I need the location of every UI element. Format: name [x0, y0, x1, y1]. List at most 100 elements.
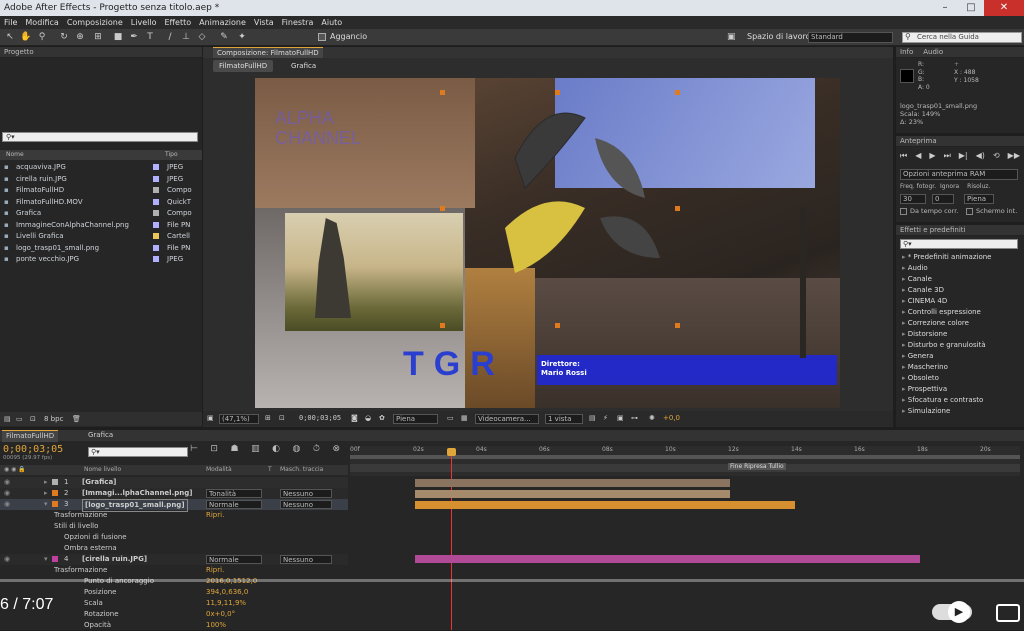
- new-comp-icon[interactable]: ⊡: [30, 412, 36, 426]
- current-time-display[interactable]: 0;00;03;05: [299, 411, 341, 426]
- blend-mode-select[interactable]: Tonalità: [206, 489, 262, 498]
- menu-view[interactable]: Vista: [250, 16, 278, 29]
- hand-tool-icon[interactable]: ✋: [20, 32, 32, 43]
- shy-icon[interactable]: ☗: [230, 444, 238, 454]
- label-color[interactable]: [153, 164, 159, 170]
- property-group[interactable]: Opzioni di fusione: [0, 532, 348, 543]
- mask-tool-icon[interactable]: ■: [112, 32, 124, 43]
- label-color[interactable]: [153, 187, 159, 193]
- col-name-header[interactable]: Nome: [6, 150, 24, 160]
- frame-blending-icon[interactable]: ▥: [251, 444, 260, 454]
- fast-preview-icon[interactable]: ⚡: [603, 411, 608, 426]
- always-preview-icon[interactable]: ▣: [207, 411, 214, 426]
- handle[interactable]: [440, 323, 445, 328]
- menu-help[interactable]: Aiuto: [317, 16, 346, 29]
- composition-tab[interactable]: Composizione: FilmatoFullHD: [213, 47, 323, 58]
- layer-name[interactable]: [Grafica]: [82, 477, 116, 488]
- col-mode[interactable]: Modalità: [206, 465, 232, 475]
- handle[interactable]: [675, 90, 680, 95]
- transform-label[interactable]: Trasformazione: [54, 511, 107, 519]
- graph-editor-icon[interactable]: ⏱: [313, 444, 320, 454]
- effect-category[interactable]: ▸ Disturbo e granulosità: [896, 340, 1024, 351]
- layer-name[interactable]: [cirella ruin.JPG]: [82, 554, 147, 565]
- grid-icon[interactable]: ⊡: [279, 411, 285, 426]
- workspace-select[interactable]: Standard: [808, 32, 893, 43]
- draft3d-icon[interactable]: ⊡: [210, 444, 218, 454]
- color-channel-icon[interactable]: ✿: [379, 411, 385, 426]
- tab-info[interactable]: Info: [900, 47, 913, 57]
- effect-category[interactable]: ▸ Canale 3D: [896, 285, 1024, 296]
- bpc-label[interactable]: 8 bpc: [44, 412, 63, 426]
- close-button[interactable]: ✕: [984, 0, 1024, 16]
- comp-marker[interactable]: Fine Ripresa Tullio: [728, 463, 786, 470]
- transform-label[interactable]: Trasformazione: [54, 566, 107, 574]
- tab-effects[interactable]: Effetti e predefiniti: [896, 225, 1024, 236]
- resolution-select[interactable]: Piena: [393, 414, 438, 424]
- minimize-button[interactable]: –: [932, 0, 958, 16]
- track-matte-select[interactable]: Nessuno: [280, 489, 332, 498]
- from-current-checkbox[interactable]: [900, 208, 907, 215]
- label-color[interactable]: [52, 479, 58, 485]
- new-folder-icon[interactable]: ▭: [16, 412, 23, 426]
- comp-mini-flowchart-icon[interactable]: ⊢: [190, 444, 198, 454]
- effects-search-input[interactable]: ⚲▾: [900, 239, 1018, 249]
- layer-bar-cirella[interactable]: [415, 555, 920, 563]
- fps-select[interactable]: 30: [900, 194, 926, 204]
- transparency-grid-icon[interactable]: ▦: [461, 411, 468, 426]
- help-search-input[interactable]: Cerca nella Guida: [902, 32, 1022, 43]
- effect-category[interactable]: ▸ Canale: [896, 274, 1024, 285]
- timeline-tab-grafica[interactable]: Grafica: [84, 430, 117, 441]
- effect-category[interactable]: ▸ CINEMA 4D: [896, 296, 1024, 307]
- layer-styles-label[interactable]: Stili di livello: [54, 522, 98, 530]
- loop-icon[interactable]: ⟲: [993, 151, 1000, 163]
- skip-field[interactable]: 0: [932, 194, 954, 204]
- effect-category[interactable]: ▸ Obsoleto: [896, 373, 1024, 384]
- rotate-tool-icon[interactable]: ↻: [58, 32, 70, 43]
- blend-mode-select[interactable]: Normale: [206, 500, 262, 509]
- project-item[interactable]: ▪ cirella ruin.JPG JPEG: [0, 174, 202, 186]
- handle[interactable]: [440, 206, 445, 211]
- layer-row[interactable]: ◉ ▾ 4 [cirella ruin.JPG] Normale Nessuno: [0, 554, 348, 565]
- preview-options-select[interactable]: Opzioni anteprima RAM: [900, 169, 1018, 180]
- effect-category[interactable]: ▸ * Predefiniti animazione: [896, 252, 1024, 263]
- last-frame-icon[interactable]: ▶|: [959, 151, 968, 163]
- effect-category[interactable]: ▸ Genera: [896, 351, 1024, 362]
- project-item[interactable]: ▪ Grafica Compo: [0, 208, 202, 220]
- video-progress-track[interactable]: [0, 579, 1024, 582]
- effect-category[interactable]: ▸ Correzione colore: [896, 318, 1024, 329]
- selection-tool-icon[interactable]: ↖: [4, 32, 16, 43]
- tab-audio[interactable]: Audio: [923, 47, 943, 57]
- project-search-input[interactable]: ⚲▾: [2, 132, 198, 142]
- reset-link[interactable]: Ripri.: [206, 565, 224, 576]
- tab-preview[interactable]: Anteprima: [896, 136, 1024, 147]
- effect-category[interactable]: ▸ Sfocatura e contrasto: [896, 395, 1024, 406]
- interpret-footage-icon[interactable]: ▤: [4, 412, 11, 426]
- flowchart-icon[interactable]: ⊶: [631, 411, 638, 426]
- property-group[interactable]: Ombra esterna: [0, 543, 348, 554]
- breadcrumb-filmato[interactable]: FilmatoFullHD: [213, 60, 274, 72]
- layer-bar-alpha-image[interactable]: [415, 490, 730, 498]
- timeline-search-input[interactable]: ⚲▾: [88, 447, 188, 457]
- track-matte-select[interactable]: Nessuno: [280, 555, 332, 564]
- property-group[interactable]: Trasformazione Ripri.: [0, 510, 348, 521]
- col-track-matte[interactable]: Masch. traccia: [280, 465, 323, 475]
- label-color[interactable]: [153, 244, 159, 251]
- camera-select[interactable]: Videocamera...: [475, 414, 539, 424]
- property-group[interactable]: Trasformazione Ripri.: [0, 565, 348, 576]
- next-frame-icon[interactable]: ⏭: [944, 151, 951, 163]
- project-item[interactable]: ▪ ponte vecchio.JPG JPEG: [0, 254, 202, 266]
- scale-value[interactable]: 11,9,11,9%: [206, 598, 246, 609]
- workspace-icon[interactable]: ▣: [727, 32, 736, 42]
- roto-brush-tool-icon[interactable]: ✎: [218, 32, 230, 43]
- show-channel-icon[interactable]: ◒: [365, 411, 371, 426]
- layer-bar-logo[interactable]: [415, 501, 795, 509]
- camera-tool-icon[interactable]: ⊕: [74, 32, 86, 43]
- effect-category[interactable]: ▸ Simulazione: [896, 406, 1024, 417]
- toggle-pixel-icon[interactable]: ▤: [589, 411, 596, 426]
- handle[interactable]: [675, 206, 680, 211]
- menu-window[interactable]: Finestra: [278, 16, 318, 29]
- blend-mode-select[interactable]: Normale: [206, 555, 262, 564]
- eraser-tool-icon[interactable]: ◇: [196, 32, 208, 43]
- snapshot-icon[interactable]: ◙: [351, 411, 358, 426]
- delete-icon[interactable]: 🗑: [72, 412, 81, 426]
